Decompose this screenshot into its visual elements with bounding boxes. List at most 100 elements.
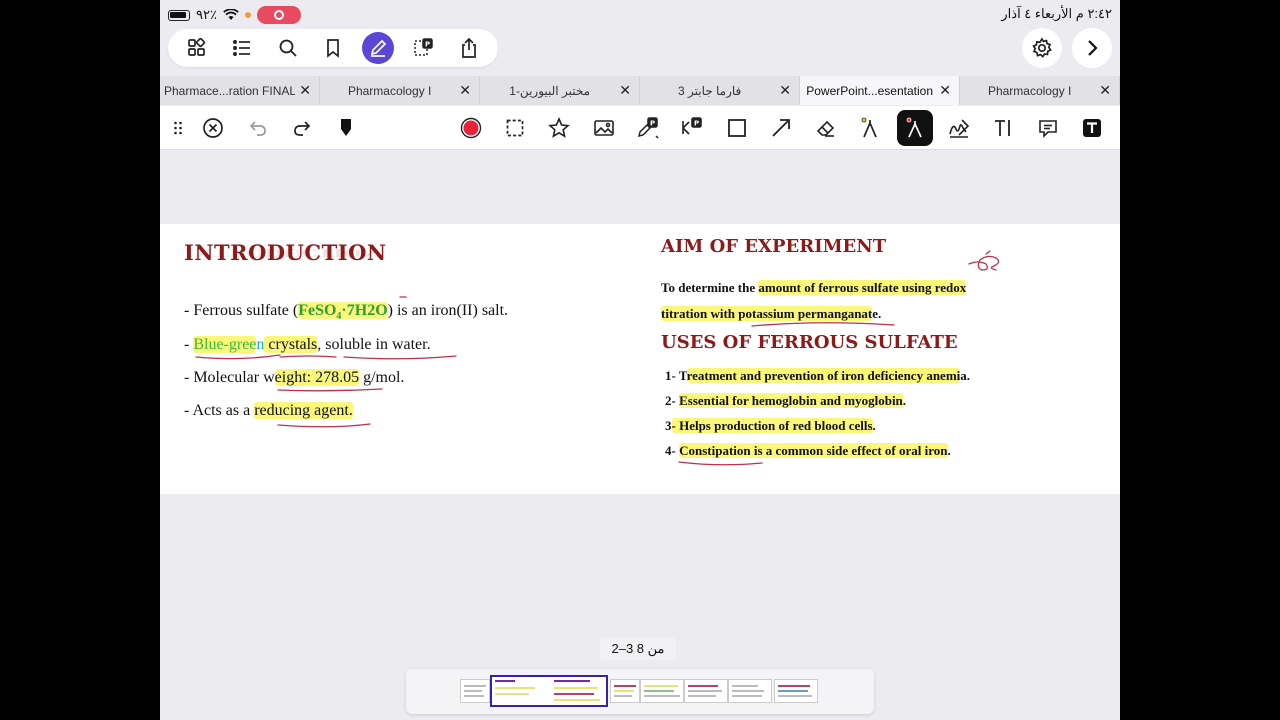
lasso-select-button[interactable] <box>497 110 533 146</box>
text-cursor-icon <box>995 120 1010 136</box>
screen-record-indicator[interactable] <box>256 6 301 24</box>
search-button[interactable] <box>272 32 304 64</box>
close-icon[interactable]: ✕ <box>619 82 631 99</box>
svg-text:P: P <box>694 120 699 128</box>
intro-title-reflection: INTRODUCTION <box>184 246 381 260</box>
next-button[interactable] <box>1072 28 1112 68</box>
pen-tip-icon <box>341 119 351 136</box>
tab-purine-lab[interactable]: مختبر البيورين-1 ✕ <box>480 76 640 105</box>
tab-powerpoint-presentation[interactable]: PowerPoint...esentation ✕ <box>800 76 960 105</box>
close-icon[interactable]: ✕ <box>459 82 471 99</box>
rectangle-icon <box>728 119 746 137</box>
aim-text-line-2: titration with potassium permanganate. <box>661 306 882 321</box>
aim-text-line-1: To determine the amount of ferrous sulfa… <box>661 280 967 295</box>
bullet-reducing-agent: - Acts as a reducing agent. <box>184 402 353 419</box>
pen-tool-button[interactable] <box>897 110 933 146</box>
arrow-tool-button[interactable] <box>763 110 799 146</box>
use-item-3: 3- Helps production of red blood cells. <box>665 418 876 433</box>
clock: ٢:٤٢ م الأربعاء ٤ آذار <box>1001 6 1112 21</box>
status-bar: ٩٢٪ ٢:٤٢ م الأربعاء ٤ آذار <box>160 0 1120 28</box>
share-icon <box>462 37 477 58</box>
gear-icon <box>1032 37 1052 58</box>
bookmark-icon <box>327 39 339 58</box>
page-thumbnail[interactable] <box>640 679 684 703</box>
svg-text:P: P <box>650 120 655 128</box>
close-icon[interactable]: ✕ <box>1099 82 1111 99</box>
outline-button[interactable] <box>226 32 258 64</box>
pen-type-button[interactable] <box>328 110 364 146</box>
tab-label: Pharmace...ration FINAL <box>164 83 296 98</box>
annotate-mode-button[interactable] <box>362 32 395 64</box>
insert-image-button[interactable] <box>586 110 622 146</box>
shape-rectangle-button[interactable] <box>719 110 755 146</box>
page-thumbnail-current[interactable] <box>490 675 608 707</box>
close-icon[interactable]: ✕ <box>939 82 951 99</box>
pen-tool-icon <box>906 117 922 138</box>
thumbnail-strip <box>406 669 874 714</box>
tab-pharmacology-1-b[interactable]: Pharmacology I ✕ <box>960 76 1120 105</box>
laser-pointer-icon <box>861 117 877 138</box>
share-button[interactable] <box>453 32 485 64</box>
redo-button[interactable] <box>284 110 320 146</box>
record-icon <box>460 117 482 139</box>
wifi-icon <box>223 9 239 20</box>
pdf-convert-button[interactable]: P <box>408 32 440 64</box>
pdf-link-icon: P <box>682 117 702 135</box>
undo-icon <box>249 121 266 136</box>
comment-button[interactable] <box>1030 110 1066 146</box>
bullet-appearance: - Blue-green crystals, soluble in water. <box>184 336 431 353</box>
bookmark-button[interactable] <box>317 32 349 64</box>
eraser-button[interactable] <box>808 110 844 146</box>
comment-icon <box>1039 120 1057 138</box>
color-picker-button[interactable] <box>453 110 489 146</box>
tab-pharmacology-1[interactable]: Pharmacology I ✕ <box>320 76 480 105</box>
battery-percent: ٩٢٪ <box>196 7 217 22</box>
page-thumbnail[interactable] <box>610 679 640 703</box>
search-icon <box>279 39 297 57</box>
page-thumbnail[interactable] <box>728 679 772 703</box>
top-toolbar: P <box>168 29 498 67</box>
use-item-1: 1- Treatment and prevention of iron defi… <box>665 368 971 383</box>
use-item-4: 4- Constipation is a common side effect … <box>665 443 951 458</box>
page-thumbnail[interactable] <box>774 679 818 703</box>
aim-title: AIM OF EXPERIMENT <box>661 236 887 257</box>
pdf-page[interactable]: INTRODUCTION INTRODUCTION - Ferrous sulf… <box>160 224 1120 494</box>
bullet-molecular-weight: - Molecular weight: 278.05 g/mol. <box>184 369 405 386</box>
close-circle-icon <box>203 118 223 138</box>
settings-button[interactable] <box>1022 28 1062 68</box>
svg-text:P: P <box>425 41 430 49</box>
tab-pharmace-ration-final[interactable]: Pharmace...ration FINAL ✕ <box>160 76 320 105</box>
tab-label: مختبر البيورين-1 <box>509 83 591 98</box>
text-box-icon <box>1083 119 1101 137</box>
pdf-convert-icon: P <box>414 38 433 56</box>
signature-button[interactable] <box>941 110 977 146</box>
page-thumbnail[interactable] <box>684 679 728 703</box>
signature-icon <box>949 119 970 138</box>
pdf-link-button[interactable]: P <box>674 110 710 146</box>
text-tool-button[interactable] <box>986 110 1022 146</box>
uses-title: USES OF FERROUS SULFATE <box>661 332 958 353</box>
toolbar-drag-handle[interactable] <box>160 110 196 146</box>
bullet-formula: - Ferrous sulfate (FeSO4·7H2O) is an iro… <box>184 302 509 323</box>
close-toolbar-button[interactable] <box>195 110 231 146</box>
favorites-button[interactable] <box>541 110 577 146</box>
close-icon[interactable]: ✕ <box>299 82 311 99</box>
undo-button[interactable] <box>240 110 276 146</box>
tab-pharma-chapter-3[interactable]: فارما جابتر 3 ✕ <box>640 76 800 105</box>
lasso-select-icon <box>506 119 524 137</box>
close-icon[interactable]: ✕ <box>779 82 791 99</box>
laser-pointer-button[interactable] <box>852 110 888 146</box>
tab-label: فارما جابتر 3 <box>677 83 742 98</box>
page-thumbnail[interactable] <box>460 679 490 703</box>
grid-icon <box>187 38 205 56</box>
redo-icon <box>294 121 311 136</box>
tab-label: Pharmacology I <box>987 83 1072 98</box>
pdf-annotate-button[interactable]: P <box>630 110 666 146</box>
grid-view-button[interactable] <box>181 32 213 64</box>
annotation-toolbar: P P <box>160 106 1120 150</box>
pdf-reader-app: ٩٢٪ ٢:٤٢ م الأربعاء ٤ آذار P Pharmace...… <box>160 0 1120 720</box>
chevron-right-icon <box>1088 40 1098 56</box>
arrow-icon <box>772 119 790 137</box>
text-box-button[interactable] <box>1074 110 1110 146</box>
page-indicator: 2–3 من 8 <box>600 638 676 660</box>
